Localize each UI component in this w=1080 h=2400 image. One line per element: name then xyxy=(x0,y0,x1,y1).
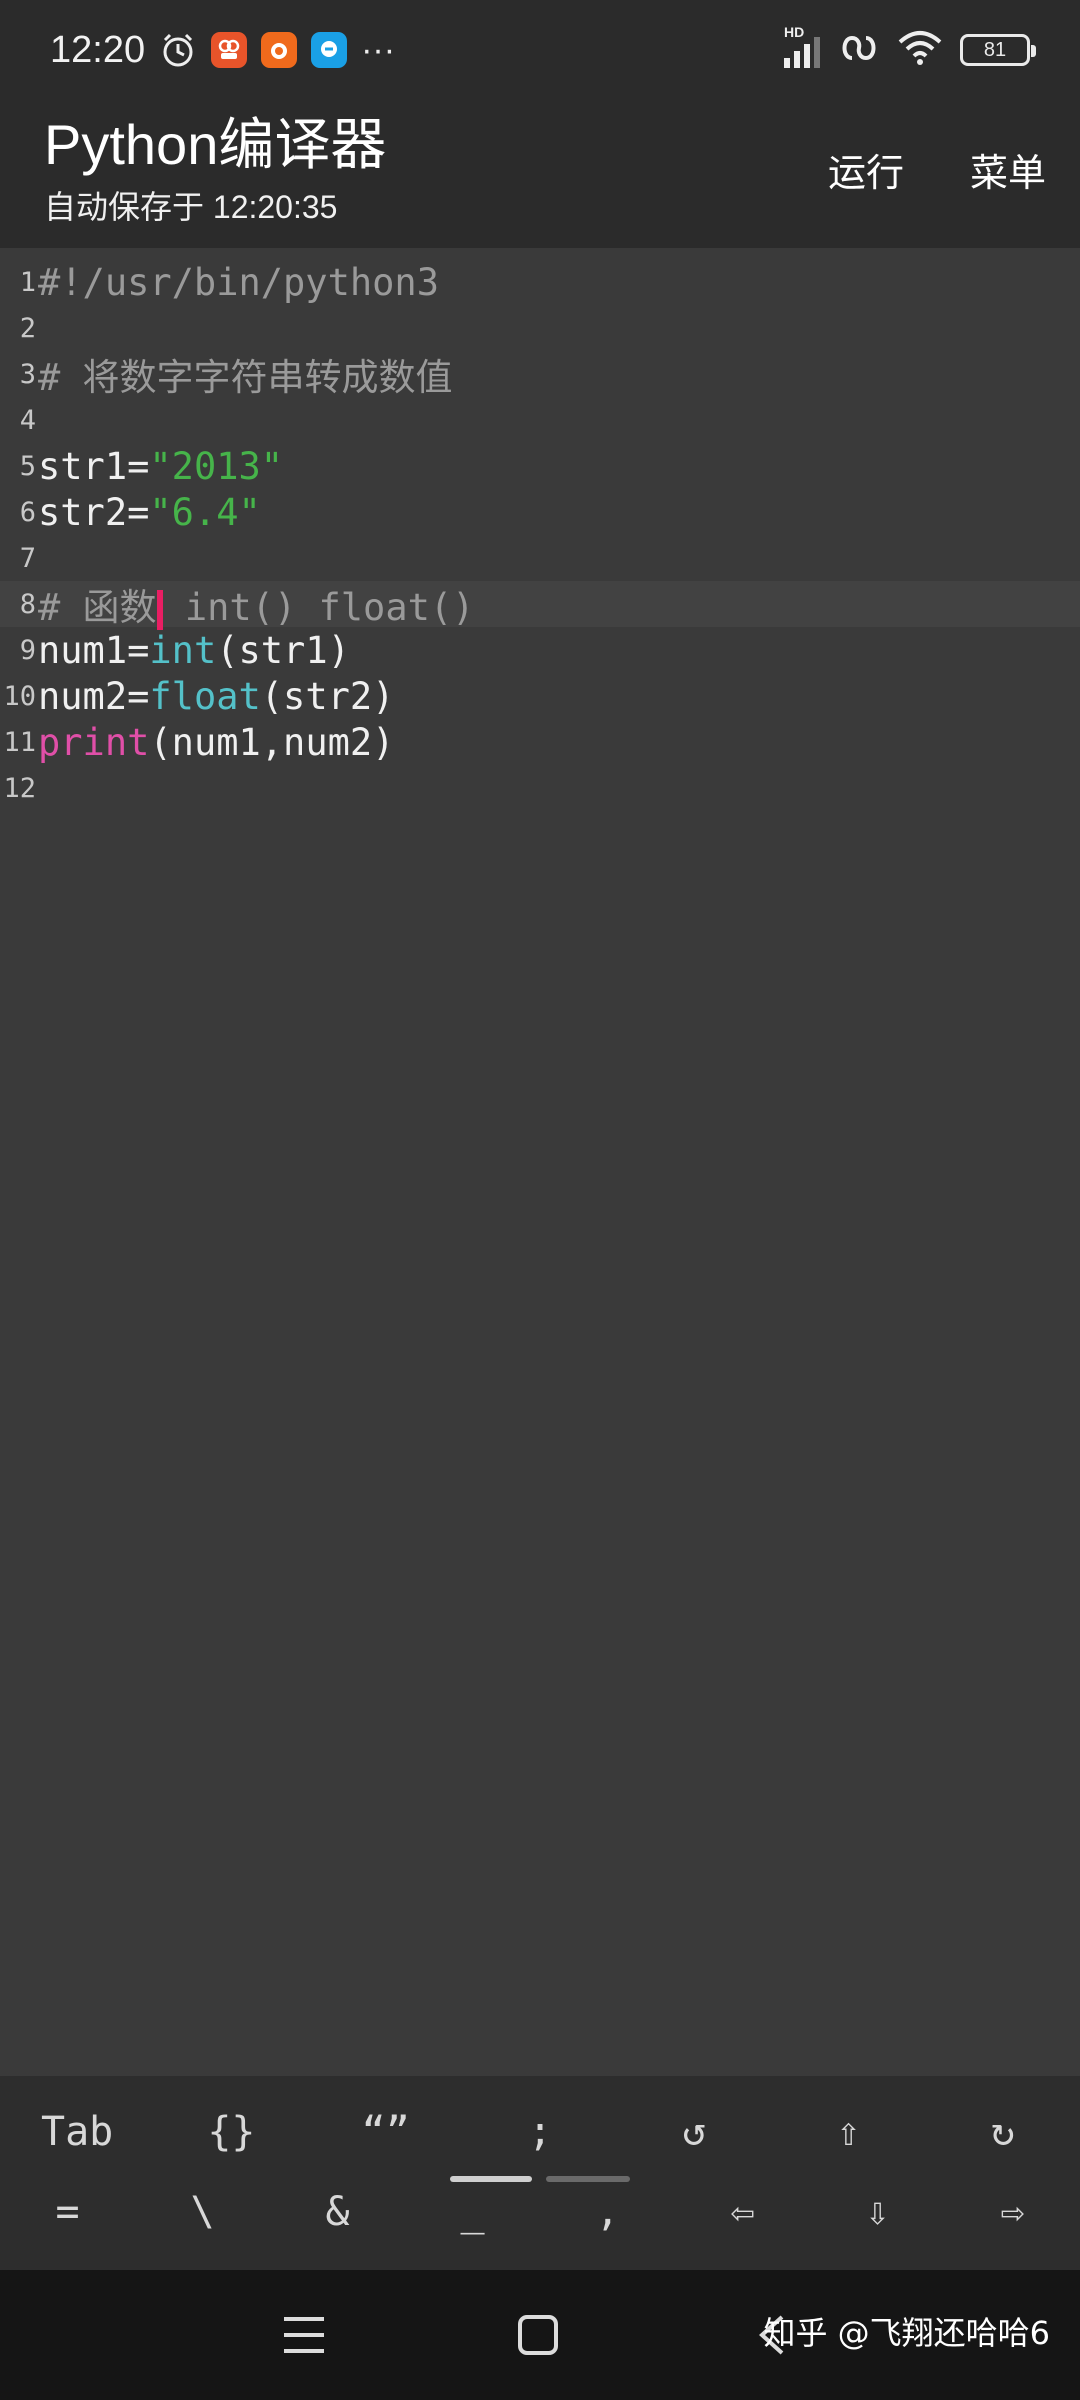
helper-key[interactable]: & xyxy=(270,2172,405,2252)
helper-key[interactable]: _ xyxy=(405,2172,540,2252)
status-right: HD 81 xyxy=(784,24,1036,71)
helper-key[interactable]: ; xyxy=(463,2092,617,2172)
code-token: str2= xyxy=(38,490,150,534)
code-text: str2="6.4" xyxy=(38,491,261,534)
network-badge: HD xyxy=(784,24,805,40)
code-token: (str2) xyxy=(260,674,395,718)
link-icon xyxy=(838,30,880,71)
helper-key[interactable]: ⇩ xyxy=(810,2172,945,2252)
code-line[interactable]: 9 num1=int(str1) xyxy=(0,627,1080,673)
status-time: 12:20 xyxy=(50,28,146,71)
code-token: num1= xyxy=(38,628,150,672)
line-number: 9 xyxy=(19,634,36,666)
line-number: 7 xyxy=(19,542,36,574)
helper-key[interactable]: \ xyxy=(135,2172,270,2252)
app-actions: 运行 菜单 xyxy=(828,142,1046,197)
code-token: num2= xyxy=(38,674,150,718)
signal-icon: HD xyxy=(784,24,820,68)
app-bar: Python编译器 自动保存于 12:20:35 运行 菜单 xyxy=(0,100,1080,248)
alarm-icon xyxy=(159,31,197,69)
code-token: float xyxy=(149,674,261,718)
code-line[interactable]: 5 str1="2013" xyxy=(0,443,1080,489)
code-token: (num1,num2) xyxy=(149,720,395,764)
code-line[interactable]: 2 xyxy=(0,305,1080,351)
line-number: 3 xyxy=(19,358,36,390)
battery-level: 81 xyxy=(983,38,1007,61)
code-text: str1="2013" xyxy=(38,445,283,488)
app-badge-icon-2 xyxy=(261,32,298,68)
page-indicator xyxy=(546,2176,630,2182)
helper-row-2: = \ & _, ⇦ ⇩ ⇨ xyxy=(0,2172,1080,2252)
code-token: int xyxy=(149,628,217,672)
app-badge-icon-3 xyxy=(311,32,348,68)
code-text: num1=int(str1) xyxy=(38,629,350,672)
line-number: 11 xyxy=(3,726,36,758)
line-number: 10 xyxy=(3,680,36,712)
code-text: print(num1,num2) xyxy=(38,721,394,764)
code-token: "6.4" xyxy=(149,490,261,534)
line-number: 4 xyxy=(19,404,36,436)
code-text: num2=float(str2) xyxy=(38,675,394,718)
run-button[interactable]: 运行 xyxy=(828,142,904,197)
helper-key-bar: Tab{} “”; ↺ ⇧ ↻ = \ & _, ⇦ ⇩ ⇨ xyxy=(0,2076,1080,2270)
line-number: 1 xyxy=(19,266,36,298)
code-text: #!/usr/bin/python3 xyxy=(38,261,439,304)
helper-key[interactable]: , xyxy=(540,2172,675,2252)
recent-apps-button[interactable] xyxy=(244,2270,364,2400)
helper-key[interactable]: {} xyxy=(154,2092,308,2172)
code-token: # 函数 xyxy=(38,586,157,629)
home-icon xyxy=(518,2315,558,2355)
helper-row-1: Tab{} “”; ↺ ⇧ ↻ xyxy=(0,2092,1080,2172)
menu-button[interactable]: 菜单 xyxy=(970,142,1046,197)
code-token: #!/usr/bin/python3 xyxy=(38,260,439,304)
helper-key[interactable]: “” xyxy=(309,2092,463,2172)
menu-icon xyxy=(284,2317,324,2353)
line-number: 5 xyxy=(19,450,36,482)
code-token: "2013" xyxy=(149,444,284,488)
line-number: 8 xyxy=(19,588,36,620)
code-line[interactable]: 4 xyxy=(0,397,1080,443)
helper-key[interactable]: ⇨ xyxy=(945,2172,1080,2252)
battery-icon: 81 xyxy=(960,34,1036,66)
helper-key[interactable]: Tab xyxy=(0,2092,154,2172)
code-editor[interactable]: 1 #!/usr/bin/python3 2 3 # 将数字字符串转成数值 4 5 str1=… xyxy=(0,248,1080,2076)
code-token: str1= xyxy=(38,444,150,488)
code-line[interactable]: 12 xyxy=(0,765,1080,811)
helper-key[interactable]: = xyxy=(0,2172,135,2252)
code-token: int() float() xyxy=(162,586,475,629)
code-line[interactable]: 3 # 将数字字符串转成数值 xyxy=(0,351,1080,399)
status-bar: 12:20 ··· HD 81 xyxy=(0,0,1080,100)
line-number: 2 xyxy=(19,312,36,344)
app-badge-icon xyxy=(211,32,248,68)
helper-key[interactable]: ↺ xyxy=(617,2092,771,2172)
code-token: print xyxy=(38,720,150,764)
wifi-icon xyxy=(898,30,942,71)
code-token: # 将数字字符串转成数值 xyxy=(38,356,453,399)
code-token: (str1) xyxy=(216,628,350,672)
code-text: # 函数 int() float() xyxy=(38,577,474,631)
code-line[interactable]: 1 #!/usr/bin/python3 xyxy=(0,259,1080,305)
more-dots-icon: ··· xyxy=(361,30,396,69)
page-indicator-active xyxy=(450,2176,532,2182)
watermark: 知乎 @飞翔还哈哈6 xyxy=(763,2314,1050,2352)
code-line[interactable]: 6 str2="6.4" xyxy=(0,489,1080,535)
line-number: 6 xyxy=(19,496,36,528)
code-line[interactable]: 7 xyxy=(0,535,1080,581)
code-line[interactable]: 10 num2=float(str2) xyxy=(0,673,1080,719)
code-line[interactable]: 11 print(num1,num2) xyxy=(0,719,1080,765)
code-text: # 将数字字符串转成数值 xyxy=(38,347,453,401)
home-button[interactable] xyxy=(478,2270,598,2400)
code-line[interactable]: 8 # 函数 int() float() xyxy=(0,581,1080,630)
line-number: 12 xyxy=(3,772,36,804)
helper-key[interactable]: ⇦ xyxy=(675,2172,810,2252)
helper-key[interactable]: ↻ xyxy=(926,2092,1080,2172)
helper-key[interactable]: ⇧ xyxy=(771,2092,925,2172)
